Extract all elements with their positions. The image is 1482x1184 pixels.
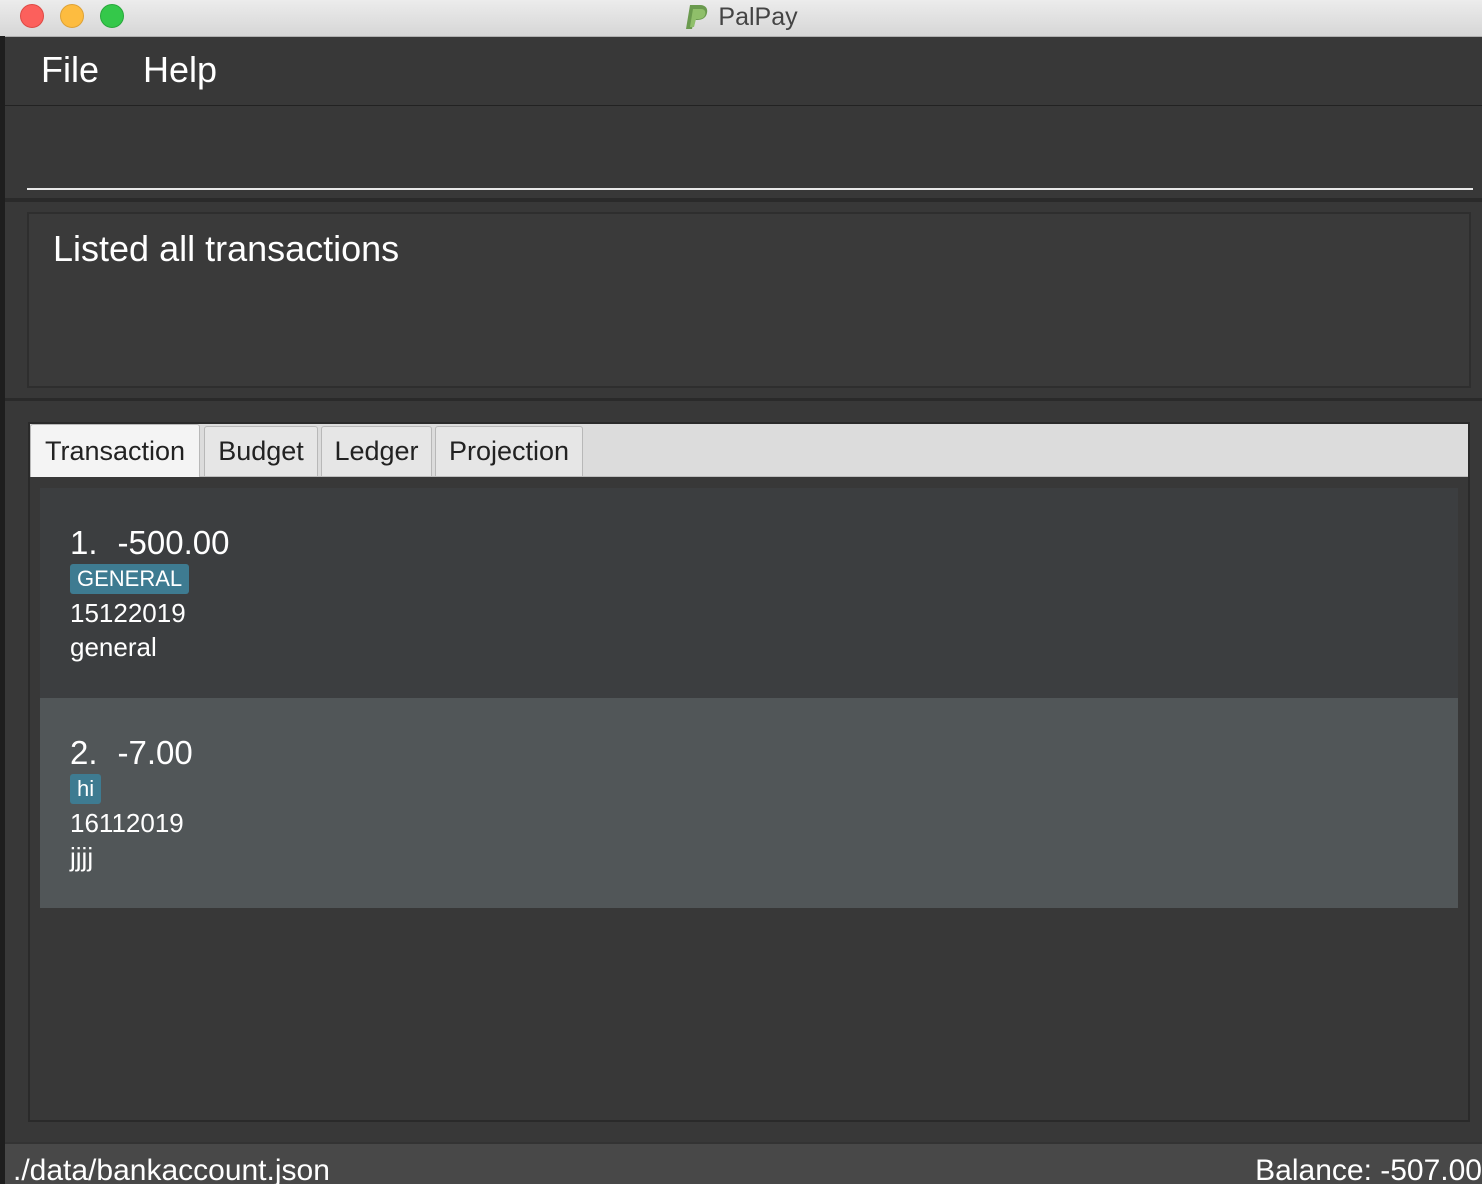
category-tag: GENERAL [70, 564, 190, 594]
result-display: Listed all transactions [27, 212, 1471, 388]
tab-header: Transaction Budget Ledger Projection [30, 424, 1468, 477]
tab-pane: Transaction Budget Ledger Projection 1. -… [28, 422, 1470, 1122]
transaction-date: 16112019 [70, 808, 184, 838]
paypal-logo-icon [686, 5, 708, 29]
menu-help[interactable]: Help [143, 49, 217, 91]
menu-bar: File Help [5, 37, 1482, 106]
transaction-index: 1. [70, 524, 98, 561]
tab-label: Transaction [44, 435, 186, 466]
tab-label: Projection [448, 436, 570, 466]
tab-ledger[interactable]: Ledger [321, 426, 432, 476]
tab-label: Budget [218, 436, 304, 466]
balance-display: Balance: -507.00 [1255, 1154, 1482, 1184]
result-display-container: Listed all transactions [5, 202, 1482, 401]
category-tag: hi [70, 774, 102, 804]
transaction-description: general [70, 632, 157, 662]
title-group: PalPay [0, 0, 1482, 34]
result-message: Listed all transactions [53, 228, 400, 269]
app-window: PalPay File Help Listed all transactions… [0, 0, 1482, 1184]
title-bar[interactable]: PalPay [0, 0, 1482, 37]
menu-file[interactable]: File [41, 49, 99, 91]
status-bar: ./data/bankaccount.json Balance: -507.00 [5, 1142, 1482, 1184]
transaction-amount: -500.00 [117, 524, 230, 561]
command-box-container [5, 106, 1482, 202]
tab-projection[interactable]: Projection [435, 426, 583, 476]
transaction-card[interactable]: 1. -500.00 GENERAL 15122019 general [40, 488, 1458, 698]
transaction-header: 2. -7.00 [70, 734, 193, 772]
file-path: ./data/bankaccount.json [13, 1154, 330, 1184]
tab-transaction[interactable]: Transaction [30, 424, 200, 477]
transaction-card[interactable]: 2. -7.00 hi 16112019 jjjj [40, 698, 1458, 908]
tab-label: Ledger [334, 436, 419, 466]
transaction-date: 15122019 [70, 598, 186, 628]
transaction-description: jjjj [70, 842, 94, 872]
command-input[interactable] [27, 116, 1473, 190]
window-title: PalPay [718, 2, 798, 31]
tab-budget[interactable]: Budget [204, 426, 318, 476]
transaction-index: 2. [70, 734, 98, 771]
transaction-header: 1. -500.00 [70, 524, 229, 562]
transaction-list[interactable]: 1. -500.00 GENERAL 15122019 general 2. -7.… [40, 488, 1458, 1118]
transaction-amount: -7.00 [117, 734, 193, 771]
